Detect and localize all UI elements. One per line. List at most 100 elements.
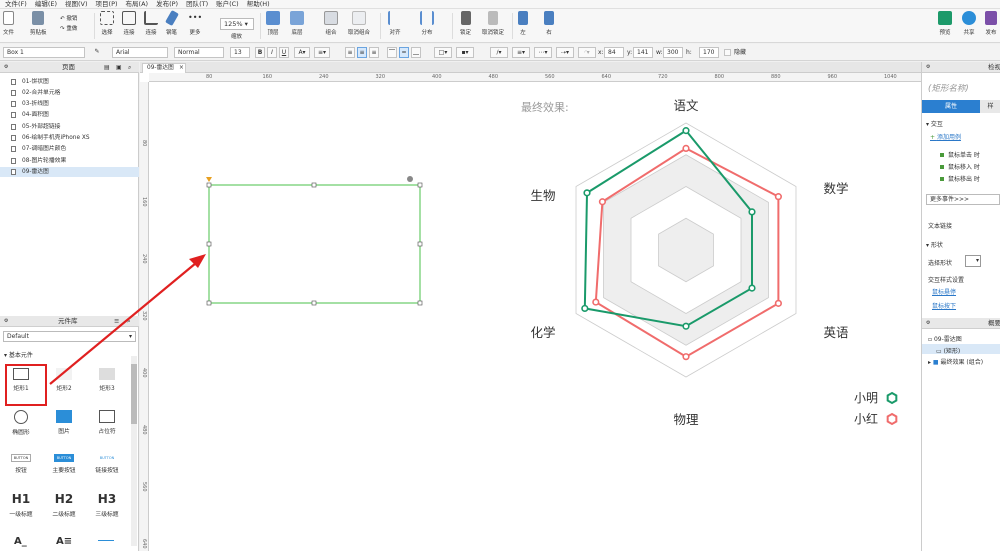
arrow-style-button[interactable]: ⇢▾ [556,47,574,58]
width-field[interactable]: 300 [663,47,683,58]
widget-rect3[interactable]: 矩形3 [87,368,127,392]
canvas-drawing[interactable]: 语文数学英语物理 化学 生物 最终效果: 小明小红 [150,83,921,551]
widget-h1[interactable]: H1 一级标题 [1,492,41,518]
event-mouse-enter[interactable]: 鼠标移入 时 [940,162,980,171]
handle-sw[interactable] [206,300,212,306]
page-item[interactable]: 04-面积图 [0,110,139,120]
group-button[interactable]: 组合 [324,11,338,36]
line-width-button[interactable]: ≡▾ [512,47,530,58]
handle-s[interactable] [311,300,317,306]
tab-properties[interactable]: 属性 [922,100,980,113]
handle-n[interactable] [311,182,317,188]
connect-tool-2[interactable]: 连接 [144,11,158,36]
page-item[interactable]: 02-合并单元格 [0,88,139,98]
underline-button[interactable]: U [279,47,289,58]
add-folder-icon[interactable]: ▣ [116,62,122,73]
redo-button[interactable]: ↷ 重做 [60,24,77,32]
menu-account[interactable]: 账户(C) [213,0,242,8]
outline-group[interactable]: ▸ ■ 最终效果 (组合) [928,357,983,366]
highlight-button[interactable]: ≡▾ [314,47,330,58]
clipboard-button[interactable]: 剪贴板 [30,11,47,36]
valign-bottom-button[interactable]: ⎽ [411,47,421,58]
line-icon[interactable] [98,540,114,541]
mouse-hover-link[interactable]: 鼠标悬停 [932,287,956,296]
widget-link-button[interactable]: BUTTON 链接按钮 [87,454,127,474]
connect-tool[interactable]: 连接 [122,11,136,36]
interaction-section[interactable]: ▾ 交互 [926,119,943,128]
pen-tool[interactable]: 钢笔 [164,9,179,36]
unlock-button[interactable]: 取消锁定 [482,11,504,36]
page-item[interactable]: 06-绘制手机壳iPhone XS [0,133,139,143]
select-tool[interactable]: 选择 [100,11,114,36]
library-select[interactable]: Default ▾ [3,331,136,342]
paragraph-icon[interactable]: A≡ [56,536,72,547]
corner-button[interactable]: ◜▾ [578,47,596,58]
page-item[interactable]: 03-折线图 [0,99,139,109]
shape-picker[interactable]: ▾ [965,255,981,267]
event-click[interactable]: 鼠标单击 时 [940,150,980,159]
shadow-button[interactable]: ▪▾ [456,47,474,58]
handle-ne[interactable] [417,182,423,188]
widget-rect2[interactable]: 矩形2 [44,368,84,392]
handle-nw[interactable] [206,182,212,188]
gear-icon[interactable]: ⚙ [4,62,8,73]
menu-publish[interactable]: 发布(P) [153,0,181,8]
undo-button[interactable]: ↶ 撤销 [60,14,77,22]
lock-button[interactable]: 锁定 [460,11,471,36]
add-case-link[interactable]: + 添加用例 [930,132,961,141]
page-item-selected[interactable]: 09-雷达图 [0,167,139,177]
handle-se[interactable] [417,300,423,306]
align-text-left-button[interactable]: ≡ [345,47,355,58]
tab-radar[interactable]: 09-雷达图 × [142,63,186,73]
format-painter-icon[interactable]: ✎ [92,47,102,58]
send-bottom-button[interactable]: 底层 [290,11,304,36]
handle-w[interactable] [206,241,212,247]
outline-rect-row[interactable]: ▭ (矩形) [922,344,1000,355]
gear-icon[interactable]: ⚙ [926,318,930,329]
valign-middle-button[interactable]: = [399,47,409,58]
mouse-down-link[interactable]: 鼠标按下 [932,301,956,310]
menu-icon[interactable]: ≡ [114,316,119,327]
menu-project[interactable]: 项目(P) [93,0,121,8]
preview-button[interactable]: 预览 [938,11,952,36]
more-events-select[interactable]: 更多事件>>> [926,194,1000,205]
menu-edit[interactable]: 编辑(E) [32,0,60,8]
handle-e[interactable] [417,241,423,247]
widget-ellipse[interactable]: 椭圆形 [1,410,41,436]
align-left-button[interactable]: 左 [518,11,528,36]
gear-icon[interactable]: ⚙ [4,316,8,327]
outline-page[interactable]: ▫ 09-雷达图 [928,334,962,343]
align-text-center-button[interactable]: ≡ [357,47,367,58]
library-scrollbar[interactable] [131,356,137,546]
rotate-handle-icon[interactable] [407,176,413,182]
zoom-select[interactable]: 125% ▾ [220,18,254,30]
shape-name-field[interactable]: Box 1 [3,47,85,58]
widget-h2[interactable]: H2 二级标题 [44,492,84,518]
line-style-button[interactable]: ⋯▾ [534,47,552,58]
menu-help[interactable]: 帮助(H) [244,0,273,8]
menu-file[interactable]: 文件(F) [2,0,30,8]
font-family-select[interactable]: Arial [112,47,168,58]
widget-button[interactable]: BUTTON 按钮 [1,454,41,474]
event-mouse-leave[interactable]: 鼠标移出 时 [940,174,980,183]
widget-placeholder[interactable]: 占位符 [87,410,127,435]
shape-section[interactable]: ▾ 形状 [926,240,943,249]
align-button[interactable]: 对齐 [388,11,402,36]
library-section[interactable]: ▾ 基本元件 [4,350,33,359]
menu-team[interactable]: 团队(T) [183,0,211,8]
valign-top-button[interactable]: ⎺ [387,47,397,58]
bold-button[interactable]: B [255,47,265,58]
corner-radius-handle-icon[interactable] [206,177,212,182]
x-field[interactable]: 84 [604,47,624,58]
page-item[interactable]: 07-调暗图片颜色 [0,144,139,154]
align-text-right-button[interactable]: ≡ [369,47,379,58]
align-right-button[interactable]: 右 [544,11,554,36]
share-button[interactable]: 共享 [962,11,976,36]
search-icon[interactable]: ⌕ [127,316,131,327]
page-item[interactable]: 01-饼状图 [0,77,139,87]
bring-top-button[interactable]: 顶层 [266,11,280,36]
font-size-select[interactable]: 13 [230,47,250,58]
line-color-button[interactable]: ∕▾ [490,47,508,58]
widget-primary-button[interactable]: BUTTON 主要按钮 [44,454,84,474]
ungroup-button[interactable]: 取消组合 [348,11,370,36]
